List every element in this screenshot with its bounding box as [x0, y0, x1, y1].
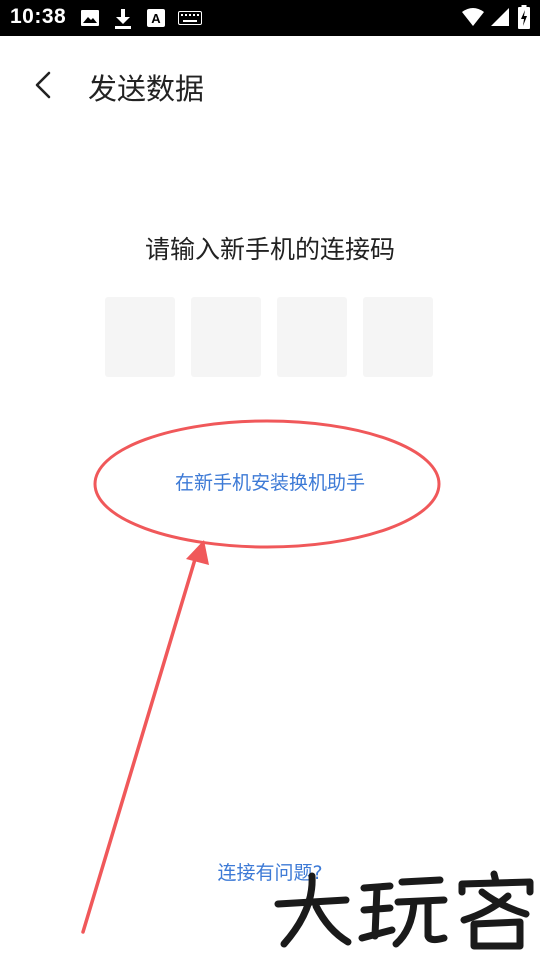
svg-text:A: A [151, 11, 161, 26]
connection-code-prompt: 请输入新手机的连接码 [144, 235, 395, 264]
code-digit-1[interactable] [105, 297, 175, 377]
watermark-logo [274, 870, 534, 950]
app-bar: 发送数据 [0, 36, 540, 132]
keyboard-icon [178, 11, 202, 25]
annotation-arrow-head [186, 540, 209, 565]
status-bar: 10:38 A [0, 0, 540, 36]
code-digit-4[interactable] [363, 297, 433, 377]
wifi-icon [462, 8, 484, 26]
code-digit-3[interactable] [277, 297, 347, 377]
back-button[interactable] [20, 62, 66, 108]
status-time: 10:38 [10, 5, 67, 28]
download-icon [115, 9, 131, 29]
install-helper-link[interactable]: 在新手机安装换机助手 [0, 468, 540, 495]
battery-charging-icon [518, 5, 530, 29]
code-digit-2[interactable] [191, 297, 261, 377]
cellular-signal-icon [491, 8, 509, 26]
page-title: 发送数据 [88, 72, 205, 106]
chevron-left-icon [35, 71, 51, 99]
image-icon [81, 10, 99, 26]
a-badge-icon: A [147, 9, 165, 27]
